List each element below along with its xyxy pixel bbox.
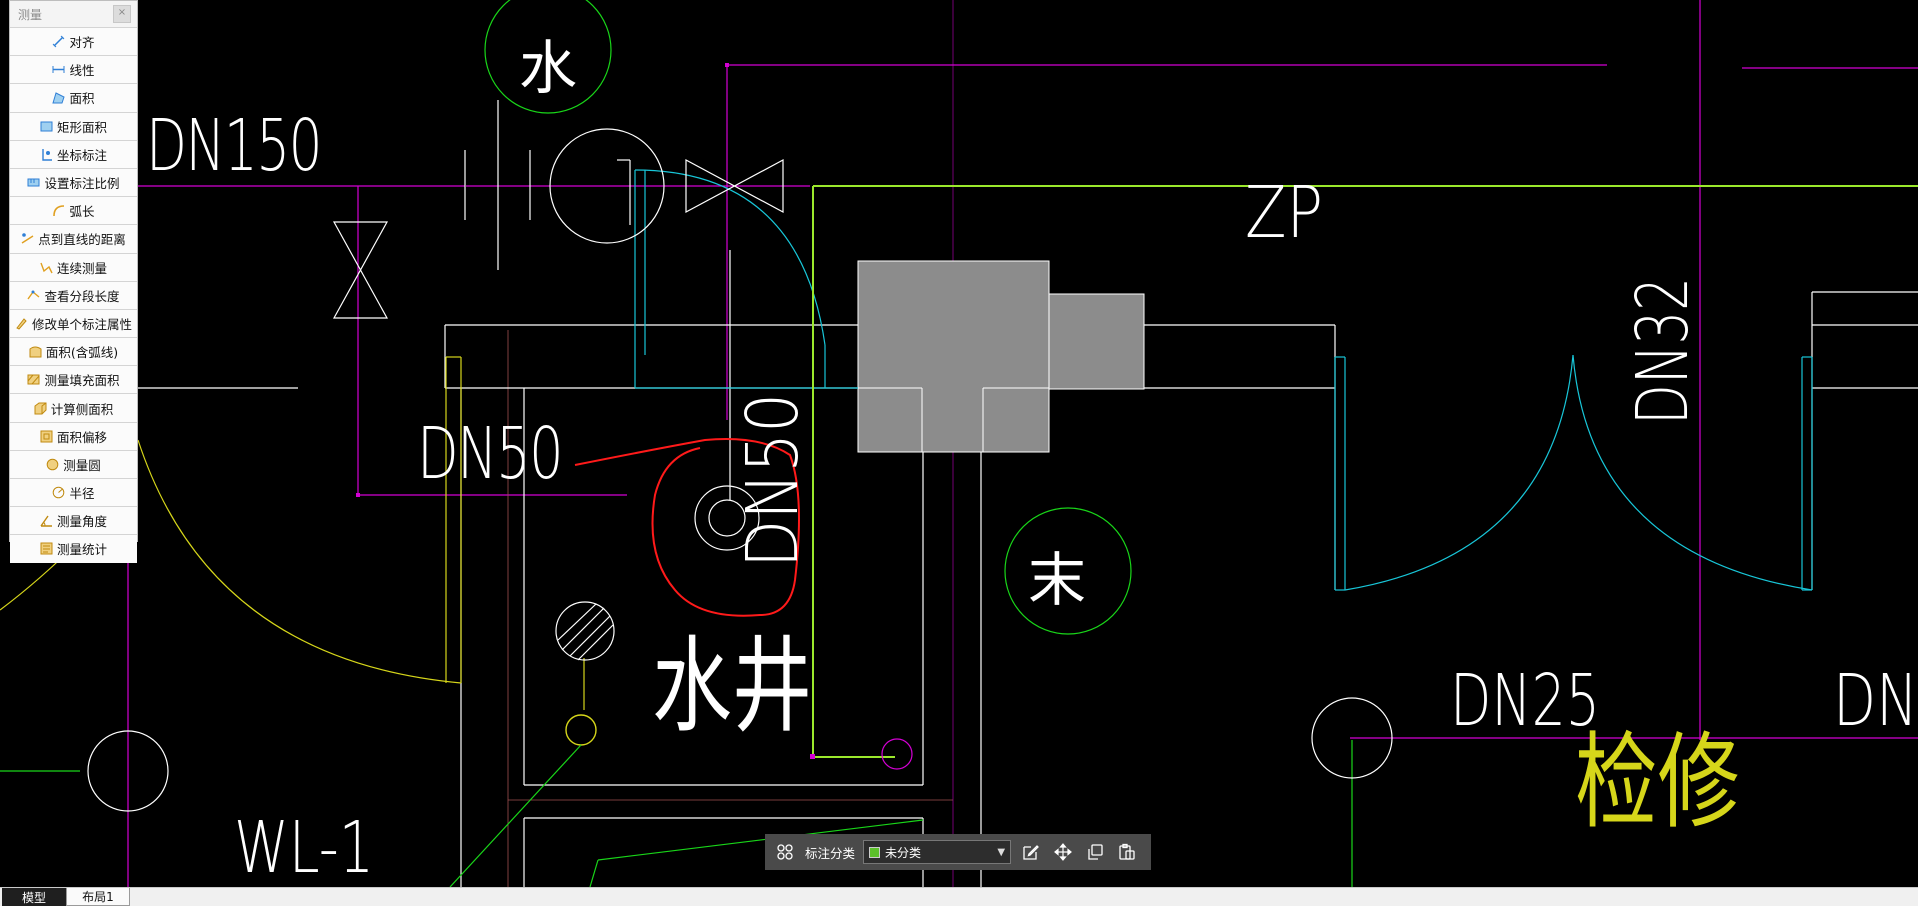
palette-item[interactable]: 测量角度 (10, 506, 137, 535)
palette-item-label: 坐标标注 (56, 147, 107, 163)
palette-item-label: 线性 (69, 63, 95, 79)
palette-item[interactable]: 设置标注比例 (10, 167, 137, 197)
area-offset-icon (40, 430, 53, 443)
palette-item-label: 测量圆 (63, 457, 101, 473)
measure-palette[interactable]: 测量 × 对齐线性面积矩形面积坐标标注设置标注比例 弧长点到直线的距离 连续测量查看… (9, 0, 138, 563)
arc-area-icon (29, 345, 42, 358)
palette-item-label: 测量统计 (56, 542, 107, 558)
grid-menu-icon[interactable] (773, 840, 797, 864)
label-mo: 末 (1028, 546, 1086, 614)
linear-dimension-icon (52, 63, 65, 76)
palette-item-label: 面积偏移 (56, 429, 107, 445)
palette-item[interactable]: 点到直线的距离 (10, 224, 137, 253)
continuous-measure-icon (40, 261, 53, 274)
annotation-toolbar: 标注分类 未分类 ▼ (765, 834, 1151, 870)
side-area-icon (34, 402, 47, 415)
palette-item[interactable]: 坐标标注 (10, 139, 137, 168)
palette-item[interactable]: 半径 (10, 478, 137, 507)
category-color-swatch (869, 846, 881, 858)
segment-length-icon (27, 289, 40, 302)
chevron-down-icon: ▼ (997, 846, 1006, 858)
scale-icon (27, 176, 40, 189)
label-shui: 水 (519, 34, 577, 102)
palette-item[interactable]: 计算侧面积 (10, 393, 137, 422)
palette-item[interactable]: 测量圆 (10, 449, 137, 478)
edit-dimension-icon (15, 317, 28, 330)
annotation-category-label: 标注分类 (805, 845, 856, 861)
palette-item[interactable]: 面积偏移 (10, 421, 137, 450)
tab-model[interactable]: 模型 (2, 888, 66, 906)
palette-item[interactable]: 测量填充面积 (10, 365, 137, 394)
annotation-category-select[interactable]: 未分类 ▼ (863, 840, 1012, 864)
label-dn-cut: DN (1833, 659, 1918, 742)
palette-item-label: 面积(含弧线) (45, 345, 119, 361)
palette-item[interactable]: 弧长 (10, 196, 137, 225)
coordinate-icon (40, 148, 53, 161)
palette-item-label: 点到直线的距离 (38, 232, 126, 248)
palette-item-label: 查看分段长度 (44, 288, 120, 304)
angle-icon (40, 514, 53, 527)
palette-item-label: 测量填充面积 (44, 373, 120, 389)
radius-icon (52, 486, 65, 499)
palette-item-label: 计算侧面积 (50, 401, 114, 417)
palette-item-label: 对齐 (69, 35, 95, 51)
statistics-icon (40, 542, 53, 555)
palette-item-label: 设置标注比例 (44, 176, 120, 192)
layout-tab-bar: 模型 布局1 (0, 887, 1918, 906)
hatch-area-icon (27, 373, 40, 386)
label-dn150: DN150 (146, 104, 321, 187)
area-icon (52, 91, 66, 104)
palette-item-label: 弧长 (69, 204, 95, 220)
palette-item[interactable]: 连续测量 (10, 252, 137, 281)
circle-measure-icon (46, 458, 59, 471)
move-icon[interactable] (1051, 840, 1075, 864)
palette-item-label: 矩形面积 (56, 119, 107, 135)
palette-item[interactable]: 测量统计 (10, 534, 137, 563)
palette-close-button[interactable]: × (113, 5, 131, 23)
copy-icon[interactable] (1083, 840, 1107, 864)
label-zp: ZP (1245, 171, 1323, 254)
palette-item-label: 连续测量 (56, 260, 107, 276)
label-dn32: DN32 (1621, 277, 1704, 425)
palette-list: 对齐线性面积矩形面积坐标标注设置标注比例 弧长点到直线的距离 连续测量查看分段长度修… (10, 27, 137, 563)
label-shuijing: 水井 (652, 625, 812, 747)
label-dn50-vertical: DN50 (731, 393, 814, 568)
edit-icon[interactable] (1019, 840, 1043, 864)
palette-item-label: 测量角度 (56, 514, 107, 530)
label-dn50: DN50 (417, 412, 562, 495)
palette-item[interactable]: 线性 (10, 55, 137, 84)
aligned-dimension-icon (52, 35, 65, 48)
palette-item[interactable]: 对齐 (10, 27, 137, 56)
rectangle-area-icon (40, 120, 53, 133)
cad-drawing-canvas[interactable]: DN150 DN50 DN50 DN32 DN25 DN ZP WL-1 水 末… (0, 0, 1918, 887)
palette-item-label: 修改单个标注属性 (31, 316, 132, 332)
palette-header[interactable]: 测量 × (10, 1, 137, 27)
palette-item[interactable]: 面积(含弧线) (10, 337, 137, 366)
tab-layout1[interactable]: 布局1 (66, 888, 130, 906)
point-line-distance-icon (21, 232, 34, 245)
label-jianxiu: 检修 (1575, 721, 1740, 843)
palette-item-label: 半径 (69, 486, 95, 502)
arc-length-icon (52, 204, 65, 217)
palette-item[interactable]: 矩形面积 (10, 111, 137, 140)
palette-item[interactable]: 查看分段长度 (10, 280, 137, 309)
palette-item[interactable]: 面积 (10, 83, 137, 112)
palette-item-label: 面积 (69, 91, 95, 107)
annotation-category-value: 未分类 (885, 845, 922, 860)
palette-item[interactable]: 修改单个标注属性 (10, 308, 137, 338)
label-wl1: WL-1 (234, 806, 374, 887)
paste-icon[interactable] (1115, 840, 1139, 864)
palette-title: 测量 (18, 7, 43, 22)
